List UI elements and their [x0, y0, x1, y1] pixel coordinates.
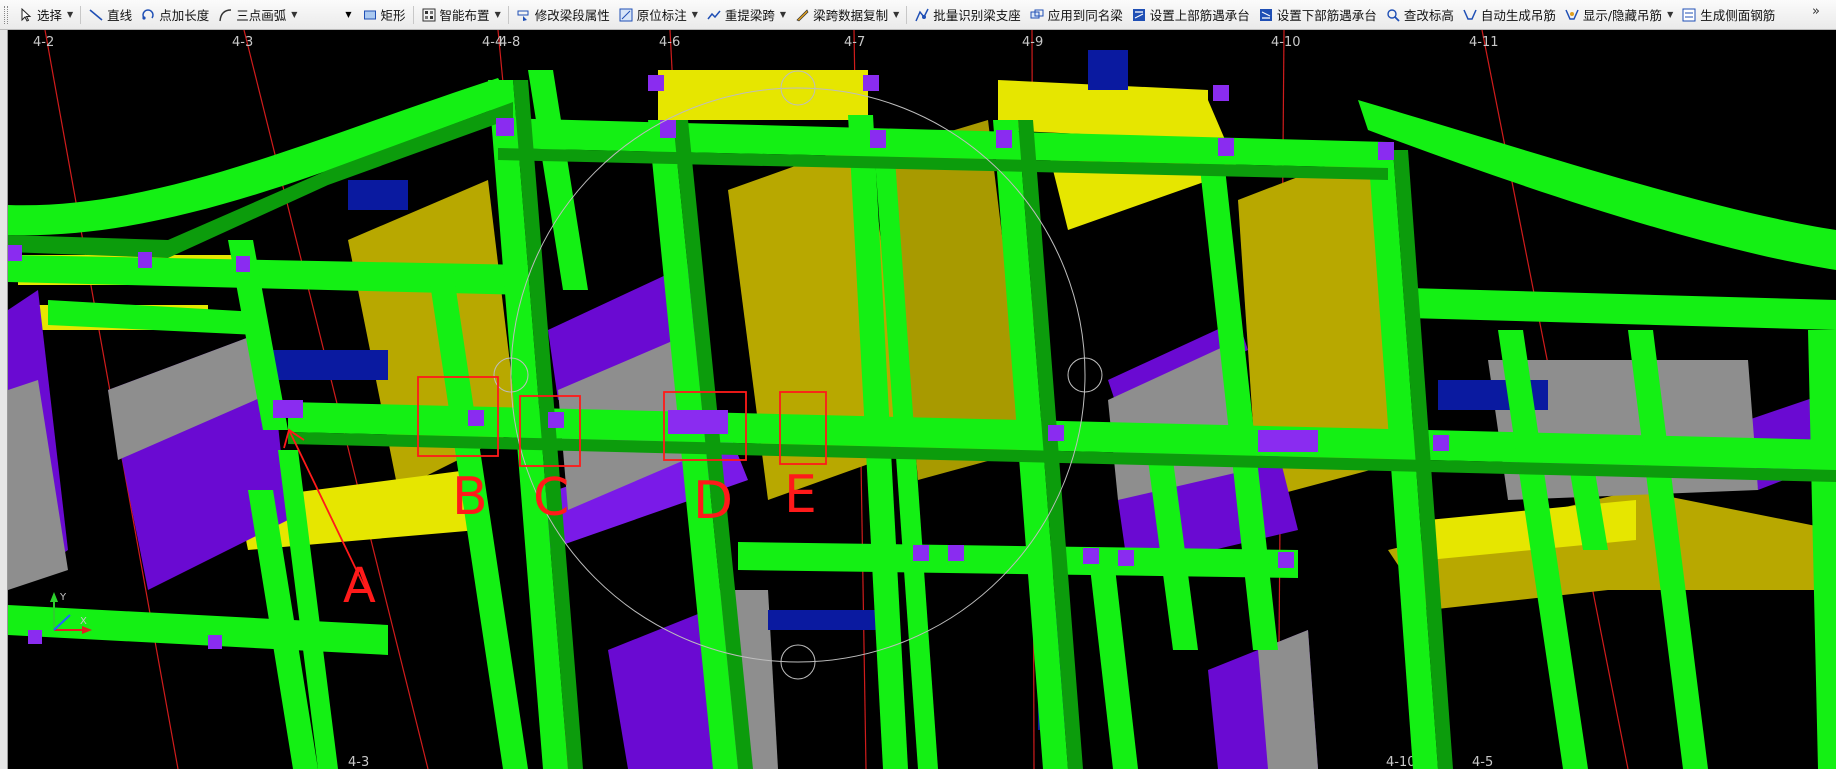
- x-axis-letter: X: [80, 616, 87, 627]
- toggle-hanger-label: 显示/隐藏吊筋: [1582, 8, 1663, 23]
- axis-label: 4-10: [1271, 35, 1301, 50]
- apply-same-name-icon: [1029, 7, 1045, 23]
- beam-property-label: 修改梁段属性: [534, 8, 610, 23]
- respan-button[interactable]: 重提梁跨 ▼: [702, 4, 790, 26]
- annotation-letter-e: E: [784, 465, 817, 525]
- axis-label: 4-6: [659, 35, 680, 50]
- auto-hanger-label: 自动生成吊筋: [1480, 8, 1556, 23]
- auto-hanger-button[interactable]: 自动生成吊筋: [1458, 4, 1560, 26]
- side-rebar-label: 生成侧面钢筋: [1700, 8, 1776, 23]
- chevron-down-icon[interactable]: ▼: [893, 10, 899, 19]
- select-label: 选择: [37, 8, 63, 23]
- 3d-model-viewport[interactable]: 4-2 4-3 4-4 4-8 4-6 4-7 4-9 4-10 4-11 4-…: [8, 30, 1836, 769]
- apply-same-name-label: 应用到同名梁: [1047, 8, 1123, 23]
- chevron-down-icon[interactable]: ▼: [495, 10, 501, 19]
- rectangle-icon: [362, 7, 378, 23]
- arc-icon: [217, 7, 233, 23]
- toolbar-grip[interactable]: [4, 5, 8, 24]
- select-button[interactable]: 选择 ▼: [14, 4, 77, 26]
- arc-button[interactable]: 三点画弧 ▼: [213, 4, 301, 26]
- axis-label: 4-10: [1386, 755, 1416, 769]
- annotation-letter-a: A: [343, 558, 376, 614]
- top-rebar-cap-label: 设置上部筋遇承台: [1149, 8, 1250, 23]
- axis-label: 4-3: [348, 755, 369, 769]
- chevron-down-icon[interactable]: ▼: [291, 10, 297, 19]
- span-copy-button[interactable]: 梁跨数据复制 ▼: [790, 4, 903, 26]
- chevron-down-icon[interactable]: ▼: [1667, 10, 1673, 19]
- span-copy-label: 梁跨数据复制: [813, 8, 889, 23]
- toolbar-overflow-chevron-icon[interactable]: »: [1812, 4, 1820, 19]
- toggle-hanger-icon: [1564, 7, 1580, 23]
- line-label: 直线: [107, 8, 133, 23]
- toolbar-separator: [80, 5, 82, 24]
- top-rebar-cap-icon: [1131, 7, 1147, 23]
- respan-label: 重提梁跨: [724, 8, 775, 23]
- batch-support-icon: [914, 7, 930, 23]
- axis-label: 4-3: [232, 35, 253, 50]
- span-copy-icon: [794, 7, 810, 23]
- chevron-down-icon[interactable]: ▼: [692, 10, 698, 19]
- select-cursor-icon: [18, 7, 34, 23]
- side-rebar-icon: [1681, 7, 1697, 23]
- annotation-letter-c: C: [533, 468, 569, 528]
- rectangle-label: 矩形: [380, 8, 406, 23]
- line-icon: [88, 7, 104, 23]
- smart-layout-icon: [421, 7, 437, 23]
- point-length-label: 点加长度: [159, 8, 210, 23]
- axis-label: 4-5: [1472, 755, 1493, 769]
- bottom-rebar-cap-button[interactable]: 设置下部筋遇承台: [1254, 4, 1381, 26]
- toggle-hanger-button[interactable]: 显示/隐藏吊筋 ▼: [1560, 4, 1677, 26]
- smart-layout-button[interactable]: 智能布置 ▼: [417, 4, 505, 26]
- bottom-rebar-cap-icon: [1258, 7, 1274, 23]
- axis-label: 4-2: [33, 35, 54, 50]
- chevron-down-icon[interactable]: ▼: [780, 10, 786, 19]
- beam-property-icon: [516, 7, 532, 23]
- bottom-rebar-cap-label: 设置下部筋遇承台: [1276, 8, 1377, 23]
- chevron-down-icon[interactable]: ▼: [345, 10, 351, 19]
- rectangle-button[interactable]: 矩形: [358, 4, 410, 26]
- in-place-label-icon: [618, 7, 634, 23]
- structure-3d-scene[interactable]: 4-2 4-3 4-4 4-8 4-6 4-7 4-9 4-10 4-11 4-…: [8, 30, 1836, 769]
- y-axis-letter: Y: [59, 592, 67, 603]
- point-length-icon: [140, 7, 156, 23]
- drawing-toolbar: 选择 ▼ 直线 点加长度 三点画弧 ▼ ▼ 矩形 智能布置 ▼ 修改梁段属性 原…: [0, 0, 1836, 30]
- axis-label: 4-7: [844, 35, 865, 50]
- toolbar-separator: [412, 5, 414, 24]
- auto-hanger-icon: [1462, 7, 1478, 23]
- batch-support-label: 批量识别梁支座: [933, 8, 1021, 23]
- in-place-label-label: 原位标注: [636, 8, 687, 23]
- annotation-letter-b: B: [452, 467, 488, 527]
- point-length-button[interactable]: 点加长度: [136, 4, 213, 26]
- arc-label: 三点画弧: [236, 8, 287, 23]
- chevron-down-icon[interactable]: ▼: [67, 10, 73, 19]
- toolbar-separator: [906, 5, 908, 24]
- y-axis-arrowhead: [50, 592, 58, 602]
- axis-label: 4-11: [1469, 35, 1499, 50]
- top-rebar-cap-button[interactable]: 设置上部筋遇承台: [1127, 4, 1254, 26]
- smart-layout-label: 智能布置: [439, 8, 490, 23]
- annotation-letter-d: D: [693, 471, 733, 531]
- beam-property-button[interactable]: 修改梁段属性: [512, 4, 614, 26]
- toolbar-separator: [507, 5, 509, 24]
- line-button[interactable]: 直线: [84, 4, 136, 26]
- respan-icon: [706, 7, 722, 23]
- elevation-label: 查改标高: [1403, 8, 1454, 23]
- axis-label: 4-8: [499, 35, 520, 50]
- side-rebar-button[interactable]: 生成侧面钢筋: [1677, 4, 1779, 26]
- axis-label: 4-9: [1022, 35, 1043, 50]
- elevation-button[interactable]: 查改标高: [1381, 4, 1458, 26]
- in-place-label-button[interactable]: 原位标注 ▼: [614, 4, 702, 26]
- batch-support-button[interactable]: 批量识别梁支座: [910, 4, 1025, 26]
- elevation-icon: [1385, 7, 1401, 23]
- viewport-left-border: [0, 30, 8, 769]
- apply-same-name-button[interactable]: 应用到同名梁: [1025, 4, 1127, 26]
